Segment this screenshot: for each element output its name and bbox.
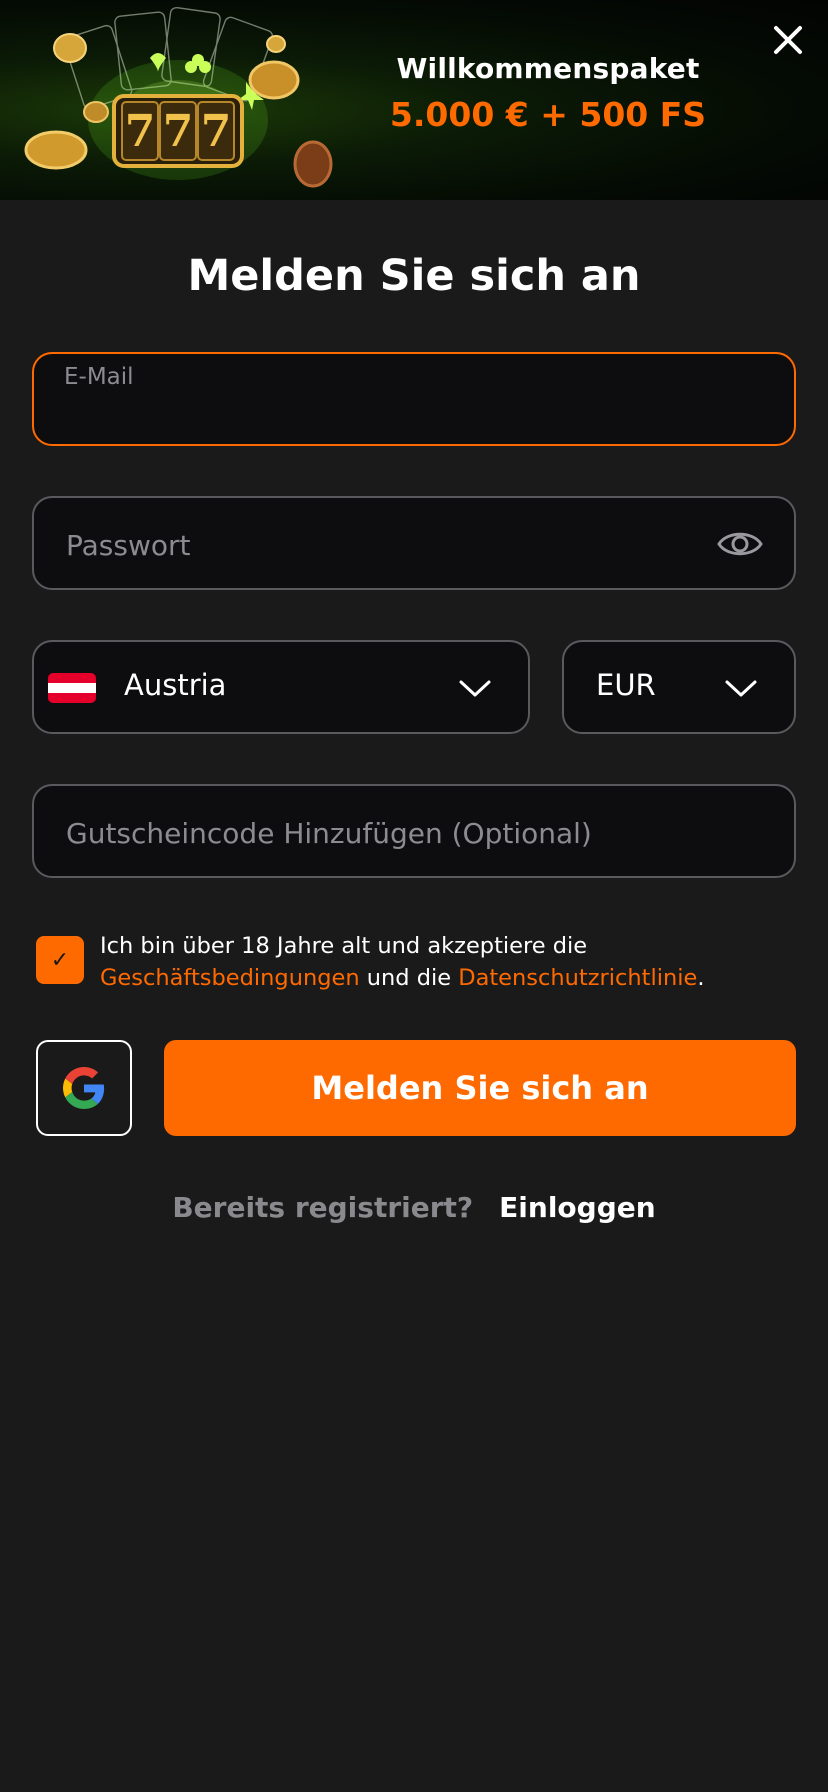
close-button[interactable] (768, 20, 808, 60)
terms-checkbox[interactable]: ✓ (36, 936, 84, 984)
slot-digit: 7 (125, 106, 156, 157)
close-icon (774, 26, 802, 54)
password-field[interactable] (32, 496, 796, 590)
currency-value: EUR (596, 668, 656, 702)
chevron-down-icon (459, 680, 491, 697)
promo-code-input[interactable] (64, 813, 768, 853)
checkmark-icon: ✓ (50, 947, 70, 973)
country-select[interactable]: Austria (32, 640, 530, 734)
slot-digit: 7 (201, 106, 232, 157)
already-registered-text: Bereits registriert? (172, 1191, 474, 1224)
privacy-link[interactable]: Datenschutzrichtlinie (458, 965, 697, 991)
page-title: Melden Sie sich an (187, 251, 641, 301)
country-value: Austria (124, 668, 227, 702)
terms-text-middle: und die (359, 965, 459, 991)
promo-title: Willkommenspaket (396, 52, 700, 85)
email-field[interactable]: E-Mail (32, 352, 796, 446)
austria-flag-icon (48, 673, 96, 703)
login-link[interactable]: Einloggen (499, 1191, 656, 1224)
email-input[interactable] (64, 398, 768, 436)
welcome-banner: 7 7 7 Willkommenspaket 5.000 € + 500 FS (0, 0, 828, 200)
terms-text-start: Ich bin über 18 Jahre alt und akzeptiere… (100, 933, 588, 959)
chevron-down-icon (725, 680, 757, 697)
register-submit-button[interactable]: Melden Sie sich an (164, 1040, 796, 1136)
email-label: E-Mail (64, 364, 134, 390)
eye-icon (717, 532, 763, 556)
google-signin-button[interactable] (36, 1040, 132, 1136)
password-input[interactable] (64, 525, 688, 565)
google-icon (63, 1067, 105, 1109)
login-prompt-row: Bereits registriert? Einloggen (0, 1188, 828, 1228)
terms-text-end: . (697, 965, 705, 991)
terms-link[interactable]: Geschäftsbedingungen (100, 965, 360, 991)
slot-digit: 7 (163, 106, 194, 157)
terms-text: Ich bin über 18 Jahre alt und akzeptiere… (100, 930, 790, 994)
slot-machine-illustration: 7 7 7 (24, 6, 333, 188)
currency-select[interactable]: EUR (562, 640, 796, 734)
welcome-package-promo: Willkommenspaket 5.000 € + 500 FS (370, 52, 726, 134)
promo-code-field[interactable] (32, 784, 796, 878)
promo-amount: 5.000 € + 500 FS (389, 95, 707, 134)
show-password-button[interactable] (716, 524, 764, 564)
